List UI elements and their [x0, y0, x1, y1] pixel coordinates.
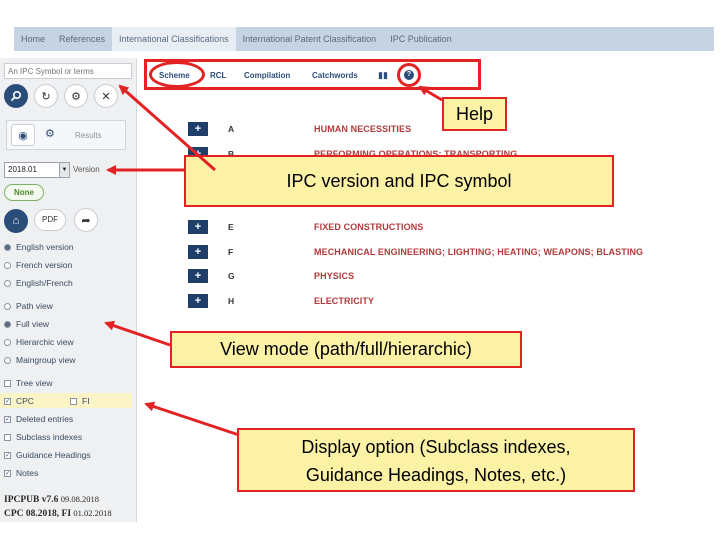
scheme-tab-circle	[149, 61, 205, 88]
option-english[interactable]: English version	[4, 242, 74, 252]
version-value: 2018.01	[8, 165, 37, 174]
results-label[interactable]: Results	[75, 131, 102, 140]
checkbox-icon: ✓	[4, 416, 11, 423]
footer-cpc: CPC 08.2018, FI 01.02.2018	[4, 508, 112, 519]
callout-display-option-line2: Guidance Headings, Notes, etc.)	[239, 461, 633, 489]
callout-display-option: Display option (Subclass indexes, Guidan…	[237, 428, 635, 492]
expand-plus-icon[interactable]: +	[188, 245, 208, 259]
radio-icon	[4, 321, 11, 328]
footer-ipcpub: IPCPUB v7.6 09.08.2018	[4, 494, 99, 505]
option-guidance-headings[interactable]: ✓Guidance Headings	[4, 450, 91, 460]
section-symbol[interactable]: H	[228, 296, 234, 306]
share-button[interactable]: ➦	[74, 208, 98, 232]
chevron-down-icon: ▼	[59, 163, 69, 177]
expand-plus-icon[interactable]: +	[188, 294, 208, 308]
tab-rcl[interactable]: RCL	[210, 71, 226, 80]
section-title[interactable]: HUMAN NECESSITIES	[314, 124, 411, 134]
refresh-button[interactable]: ↻	[34, 84, 58, 108]
tab-catchwords[interactable]: Catchwords	[312, 71, 358, 80]
section-symbol[interactable]: G	[228, 271, 235, 281]
gear-icon: ⚙	[71, 90, 81, 103]
option-deleted-entries[interactable]: ✓Deleted entries	[4, 414, 73, 424]
book-icon[interactable]: ▮▮	[378, 70, 388, 81]
radio-icon	[4, 262, 11, 269]
checkbox-icon: ✓	[4, 470, 11, 477]
option-path-view[interactable]: Path view	[4, 301, 53, 311]
nav-tab-references[interactable]: References	[52, 27, 112, 51]
checkbox-icon	[4, 380, 11, 387]
option-subclass-indexes[interactable]: Subclass indexes	[4, 432, 82, 442]
close-button[interactable]: ✕	[94, 84, 118, 108]
option-notes[interactable]: ✓Notes	[4, 468, 38, 478]
option-full-view[interactable]: Full view	[4, 319, 49, 329]
pdf-button[interactable]: PDF	[34, 209, 66, 231]
page-root: Home References International Classifica…	[0, 0, 720, 540]
symbol-search-input[interactable]	[4, 63, 132, 79]
callout-view-mode: View mode (path/full/hierarchic)	[170, 331, 522, 368]
section-symbol[interactable]: A	[228, 124, 234, 134]
section-title[interactable]: MECHANICAL ENGINEERING; LIGHTING; HEATIN…	[314, 247, 643, 257]
expand-plus-icon[interactable]: +	[188, 122, 208, 136]
option-maingroup-view[interactable]: Maingroup view	[4, 355, 76, 365]
expand-plus-icon[interactable]: +	[188, 269, 208, 283]
nav-tab-home[interactable]: Home	[14, 27, 52, 51]
checkbox-icon	[4, 434, 11, 441]
eye-icon[interactable]: ◉	[11, 124, 35, 146]
options-button[interactable]: ⚙	[64, 84, 88, 108]
option-tree-view[interactable]: Tree view	[4, 378, 53, 388]
radio-icon	[4, 303, 11, 310]
top-navigation: Home References International Classifica…	[14, 27, 714, 51]
share-arrow-icon: ➦	[81, 214, 90, 227]
option-french[interactable]: French version	[4, 260, 72, 270]
section-symbol[interactable]: E	[228, 222, 234, 232]
expand-plus-icon[interactable]: +	[188, 220, 208, 234]
home-icon: ⌂	[13, 215, 20, 227]
arrow-to-display-option	[146, 404, 239, 435]
version-select[interactable]: 2018.01 ▼	[4, 162, 70, 178]
nav-tab-ipc-publication[interactable]: IPC Publication	[383, 27, 459, 51]
option-english-french[interactable]: English/French	[4, 278, 73, 288]
sidebar: ↻ ⚙ ✕ ◉ ⚙ Results 2018.01 ▼ Version None…	[0, 58, 137, 522]
refresh-icon: ↻	[41, 90, 50, 103]
close-icon: ✕	[101, 90, 110, 103]
none-button[interactable]: None	[4, 184, 44, 201]
option-cpc[interactable]: ✓CPC	[4, 396, 34, 406]
help-icon-circle	[397, 63, 421, 87]
section-title[interactable]: PHYSICS	[314, 271, 354, 281]
callout-display-option-line1: Display option (Subclass indexes,	[239, 433, 633, 461]
checkbox-icon: ✓	[4, 398, 11, 405]
radio-icon	[4, 357, 11, 364]
search-icon	[10, 90, 22, 102]
nav-tab-international-classifications[interactable]: International Classifications	[112, 27, 236, 51]
checkbox-icon	[70, 398, 77, 405]
radio-icon	[4, 244, 11, 251]
section-title[interactable]: FIXED CONSTRUCTIONS	[314, 222, 423, 232]
radio-icon	[4, 339, 11, 346]
nav-tab-ipc[interactable]: International Patent Classification	[236, 27, 384, 51]
option-fi[interactable]: FI	[70, 396, 90, 406]
option-hierarchic-view[interactable]: Hierarchic view	[4, 337, 74, 347]
home-button[interactable]: ⌂	[4, 209, 28, 233]
callout-help: Help	[442, 97, 507, 131]
checkbox-icon: ✓	[4, 452, 11, 459]
search-button[interactable]	[4, 84, 28, 108]
section-symbol[interactable]: F	[228, 247, 233, 257]
section-title[interactable]: ELECTRICITY	[314, 296, 374, 306]
tab-compilation[interactable]: Compilation	[244, 71, 290, 80]
callout-version-symbol: IPC version and IPC symbol	[184, 155, 614, 207]
settings-gear-icon[interactable]: ⚙	[45, 127, 55, 140]
view-toggle-box: ◉ ⚙ Results	[6, 120, 126, 150]
radio-icon	[4, 280, 11, 287]
version-label: Version	[73, 165, 100, 174]
